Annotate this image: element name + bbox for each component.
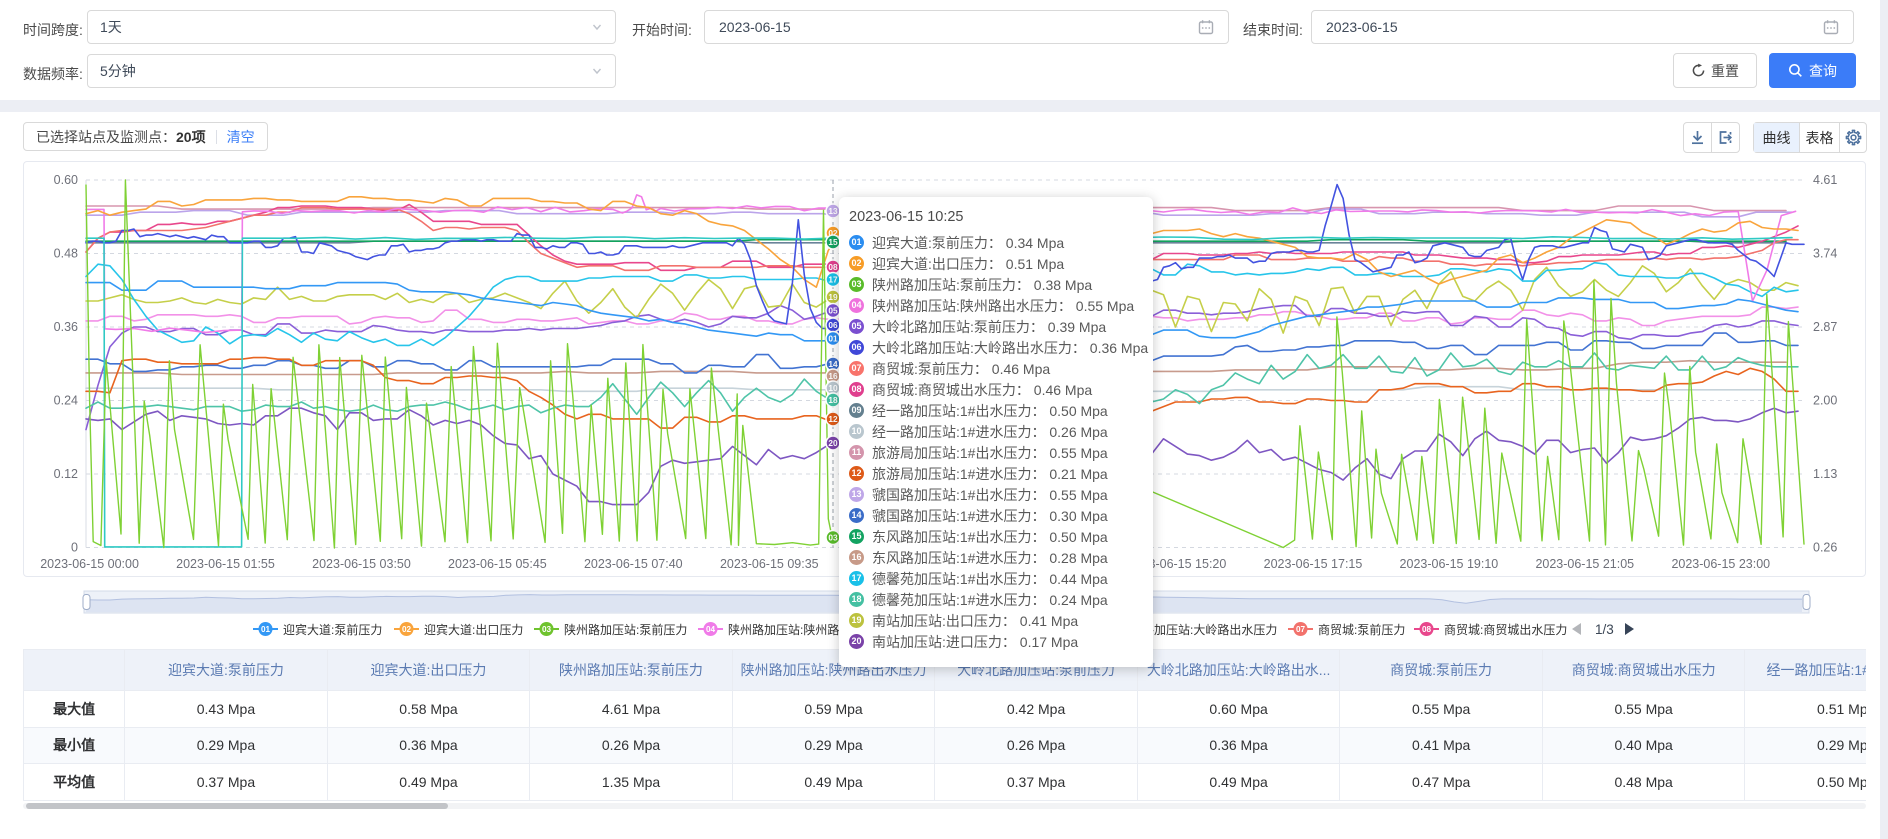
- svg-text:03: 03: [542, 625, 552, 634]
- svg-text:07: 07: [1296, 625, 1306, 634]
- svg-text:08: 08: [1422, 625, 1432, 634]
- svg-text:02: 02: [402, 625, 412, 634]
- svg-text:04: 04: [706, 625, 716, 634]
- svg-text:01: 01: [261, 625, 271, 634]
